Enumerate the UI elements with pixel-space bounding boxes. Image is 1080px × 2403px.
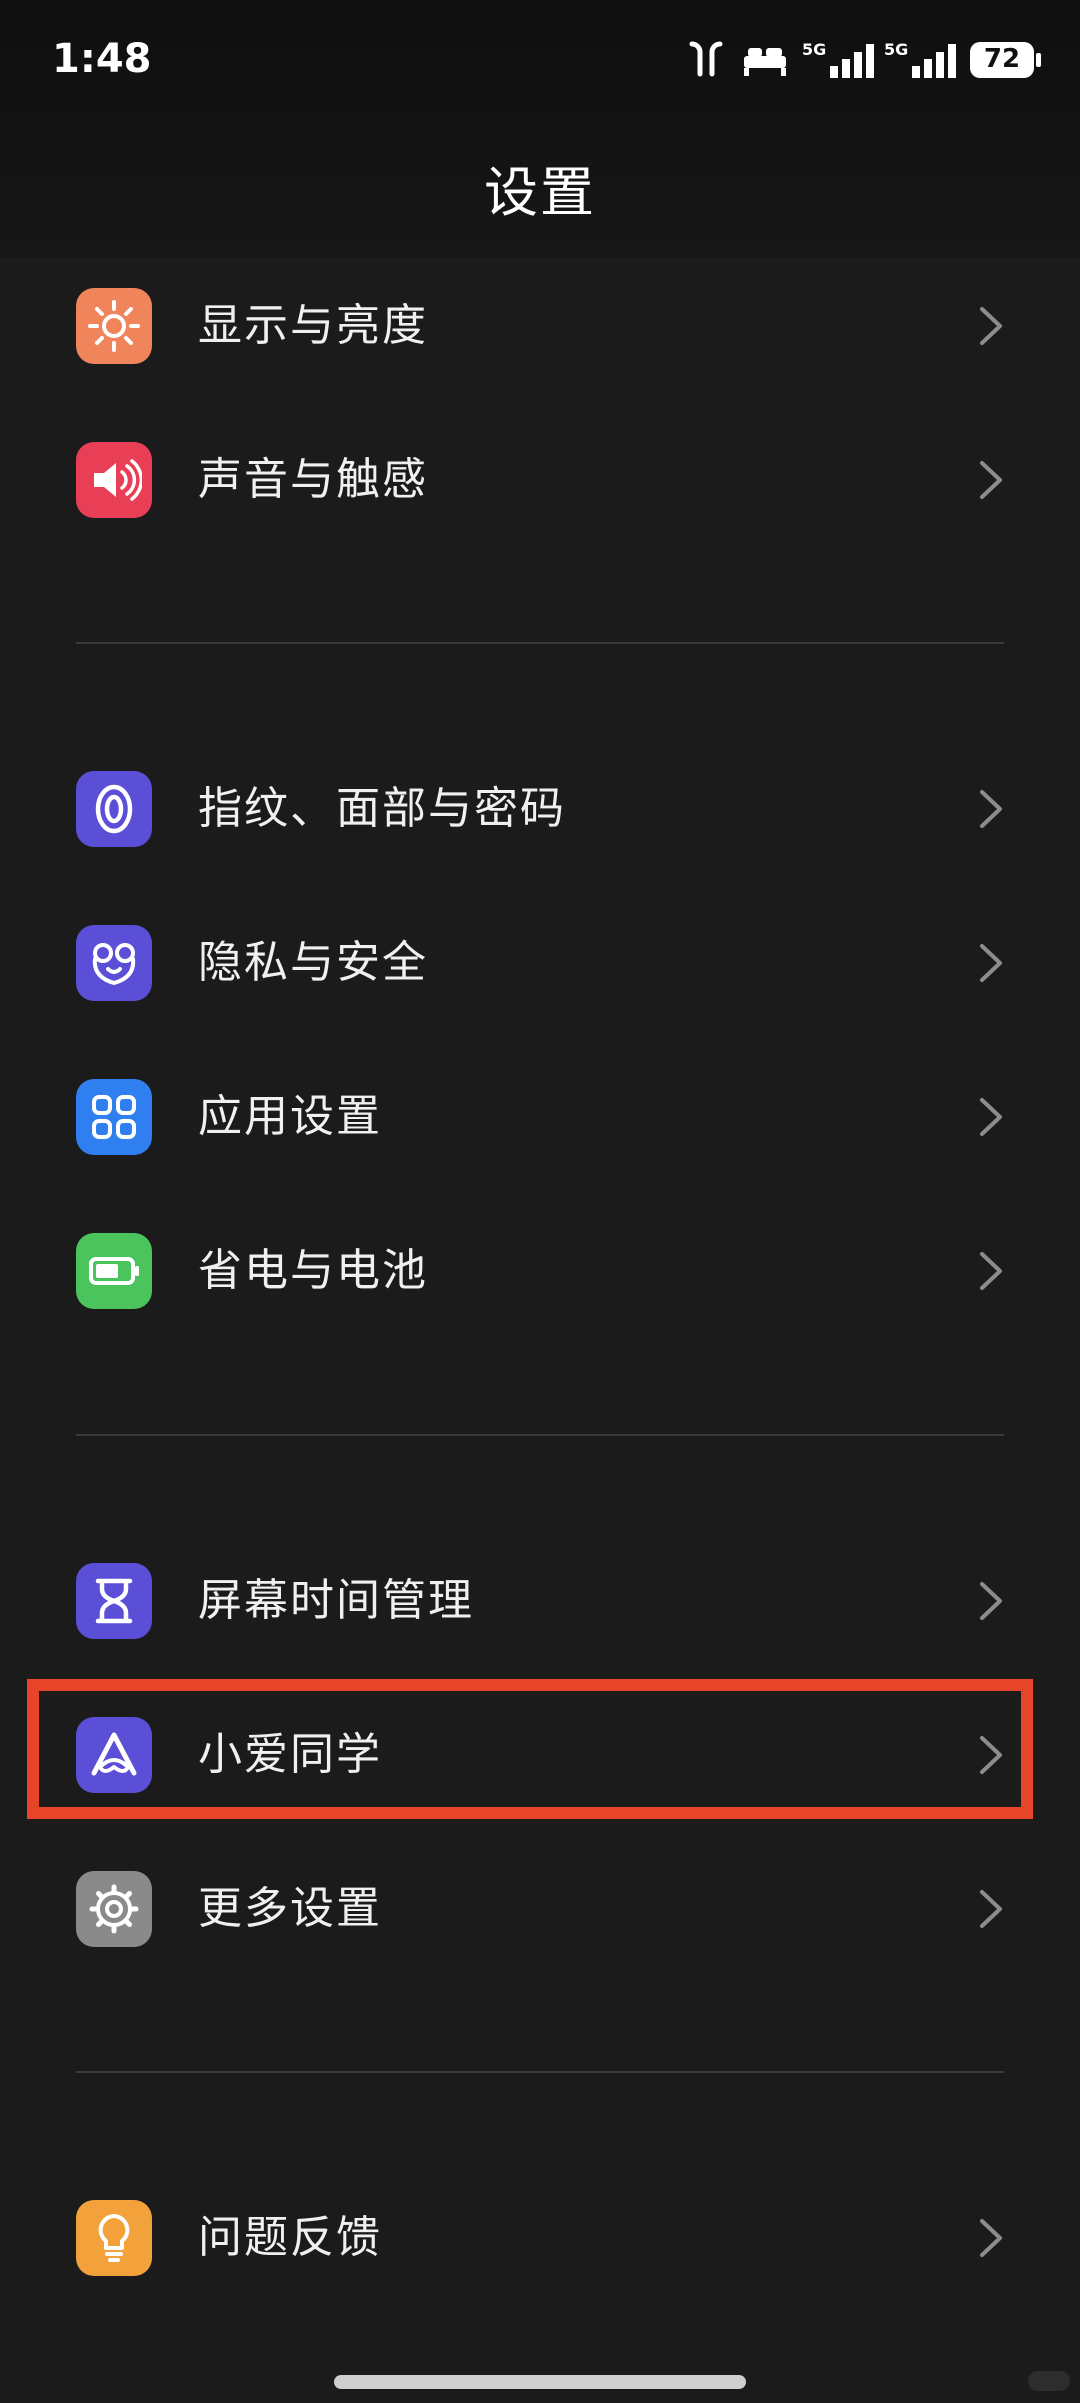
status-time: 1:48 [52, 36, 152, 82]
chevron-right-icon [980, 944, 1002, 982]
settings-item-feedback[interactable]: 问题反馈 [0, 2163, 1080, 2313]
settings-item-label: 声音与触感 [198, 454, 428, 505]
section-divider [76, 1434, 1004, 1436]
settings-item-label: 省电与电池 [198, 1245, 428, 1296]
chevron-right-icon [980, 1582, 1002, 1620]
chevron-right-icon [980, 307, 1002, 345]
chevron-right-icon [980, 1890, 1002, 1928]
fingerprint-icon [76, 771, 152, 847]
settings-item-sound[interactable]: 声音与触感 [0, 405, 1080, 555]
chevron-right-icon [980, 1252, 1002, 1290]
settings-item-label: 指纹、面部与密码 [198, 783, 566, 834]
settings-item-more[interactable]: 更多设置 [0, 1834, 1080, 1984]
sleep-bed-icon [744, 48, 786, 76]
section-divider [76, 2071, 1004, 2073]
settings-item-label: 隐私与安全 [198, 937, 428, 988]
signal-5g-icon: 5G [884, 40, 960, 80]
chevron-right-icon [980, 1098, 1002, 1136]
chevron-right-icon [980, 461, 1002, 499]
home-indicator[interactable] [334, 2375, 746, 2389]
settings-item-screen-time[interactable]: 屏幕时间管理 [0, 1526, 1080, 1676]
privacy-icon [76, 925, 152, 1001]
settings-item-label: 应用设置 [198, 1091, 382, 1142]
status-icons: 5G 5G 72 [684, 40, 1044, 80]
settings-item-label: 问题反馈 [198, 2212, 382, 2263]
page-title: 设置 [484, 161, 596, 224]
battery-icon: 72 [970, 40, 1044, 80]
lightbulb-icon [76, 2200, 152, 2276]
sun-icon [76, 288, 152, 364]
settings-item-apps[interactable]: 应用设置 [0, 1042, 1080, 1192]
settings-item-fingerprint[interactable]: 指纹、面部与密码 [0, 734, 1080, 884]
settings-item-display[interactable]: 显示与亮度 [0, 251, 1080, 401]
settings-item-battery[interactable]: 省电与电池 [0, 1196, 1080, 1346]
settings-item-label: 更多设置 [198, 1883, 382, 1934]
gear-icon [76, 1871, 152, 1947]
chevron-right-icon [980, 790, 1002, 828]
earbuds-icon [689, 41, 723, 77]
section-divider [76, 642, 1004, 644]
settings-item-label: 显示与亮度 [198, 300, 428, 351]
watermark-badge [1028, 2371, 1070, 2391]
highlight-annotation-box [27, 1679, 1033, 1819]
signal-5g-icon: 5G [802, 40, 878, 80]
settings-item-label: 屏幕时间管理 [198, 1575, 474, 1626]
header-bar: 1:48 5G 5G 72 设置 [0, 0, 1080, 258]
network-label-1: 5G [802, 40, 827, 59]
chevron-right-icon [980, 2219, 1002, 2257]
battery-icon [76, 1233, 152, 1309]
hourglass-icon [76, 1563, 152, 1639]
settings-item-privacy[interactable]: 隐私与安全 [0, 888, 1080, 1038]
speaker-icon [76, 442, 152, 518]
network-label-2: 5G [884, 40, 909, 59]
battery-level: 72 [983, 44, 1021, 74]
status-bar: 1:48 5G 5G 72 [0, 0, 1080, 120]
apps-grid-icon [76, 1079, 152, 1155]
